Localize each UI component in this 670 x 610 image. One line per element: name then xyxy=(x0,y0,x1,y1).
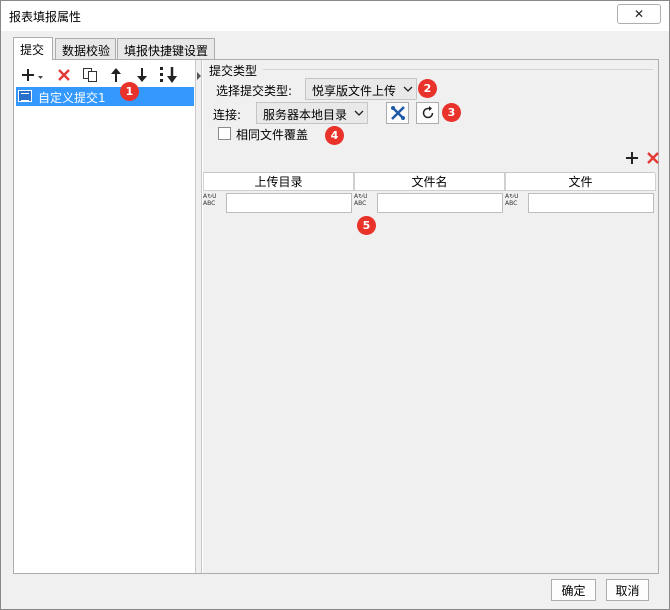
pane-splitter[interactable] xyxy=(196,60,202,573)
tab-data-validation[interactable]: 数据校验 xyxy=(55,38,116,60)
chevron-down-icon xyxy=(400,79,416,99)
connection-settings-button[interactable] xyxy=(386,102,409,124)
file-name-input[interactable] xyxy=(377,193,503,213)
move-bottom-icon[interactable] xyxy=(158,64,180,86)
connection-select[interactable]: 服务器本地目录 xyxy=(256,102,368,124)
column-header-file[interactable]: 文件 xyxy=(505,173,656,191)
submit-type-label: 选择提交类型: xyxy=(216,84,293,98)
overwrite-checkbox[interactable] xyxy=(218,127,231,140)
submit-type-value: 悦享版文件上传 xyxy=(312,84,397,98)
submit-type-select[interactable]: 悦享版文件上传 xyxy=(305,78,417,100)
submit-list-pane: 自定义提交1 1 xyxy=(14,60,196,573)
tools-icon xyxy=(390,106,405,120)
ok-button[interactable]: 确定 xyxy=(551,579,596,601)
annotation-badge-5: 5 xyxy=(357,216,376,235)
collapse-arrow-icon xyxy=(197,72,201,80)
tab-submit-label: 提交 xyxy=(20,43,45,57)
annotation-badge-4: 4 xyxy=(325,126,344,145)
submit-settings-pane: 提交类型 选择提交类型: 悦享版文件上传 2 连接: 服务器本地目录 3 相同文… xyxy=(203,60,660,573)
chevron-down-icon xyxy=(351,103,367,123)
file-input[interactable] xyxy=(528,193,654,213)
column-header-upload-dir[interactable]: 上传目录 xyxy=(203,173,354,191)
connection-label: 连接: xyxy=(213,108,242,122)
group-divider xyxy=(263,69,653,70)
connection-value: 服务器本地目录 xyxy=(263,108,348,122)
tab-shortcut-settings-label: 填报快捷键设置 xyxy=(124,44,209,58)
annotation-badge-3: 3 xyxy=(442,103,461,122)
tab-panel-submit: 自定义提交1 1 提交类型 选择提交类型: 悦享版文件上传 2 连接: 服务器本… xyxy=(13,59,659,574)
list-item[interactable]: 自定义提交1 xyxy=(16,87,194,106)
refresh-button[interactable] xyxy=(416,102,439,124)
cancel-button[interactable]: 取消 xyxy=(606,579,649,601)
column-header-file-name[interactable]: 文件名 xyxy=(354,173,505,191)
table-cell-file-name: A↻U ABC xyxy=(354,193,505,213)
tab-data-validation-label: 数据校验 xyxy=(62,44,111,58)
move-down-icon[interactable] xyxy=(132,64,152,86)
window-title: 报表填报属性 xyxy=(9,10,82,24)
upload-dir-input[interactable] xyxy=(226,193,352,213)
table-cell-file: A↻U ABC xyxy=(505,193,656,213)
table-cell-upload-dir: A↻U ABC xyxy=(203,193,354,213)
overwrite-label: 相同文件覆盖 xyxy=(236,128,309,142)
close-button[interactable]: ✕ xyxy=(617,4,661,24)
annotation-badge-1: 1 xyxy=(120,82,139,101)
copy-icon[interactable] xyxy=(80,64,100,86)
move-up-icon[interactable] xyxy=(106,64,126,86)
refresh-icon xyxy=(422,106,433,119)
title-bar: 报表填报属性 ✕ xyxy=(1,1,669,31)
add-dropdown-icon[interactable] xyxy=(20,64,46,86)
annotation-badge-2: 2 xyxy=(418,79,437,98)
tab-submit[interactable]: 提交 xyxy=(13,37,53,60)
dialog-window: 报表填报属性 ✕ 提交 数据校验 填报快捷键设置 自定义提交1 1 提交类型 选… xyxy=(0,0,670,610)
delete-icon[interactable] xyxy=(54,64,74,86)
delete-row-icon[interactable] xyxy=(646,147,660,169)
add-row-icon[interactable] xyxy=(622,147,642,169)
formula-type-icon[interactable]: A↻U ABC xyxy=(505,193,527,213)
upload-table: 上传目录 文件名 文件 A↻U ABC A↻U ABC A↻U ABC 5 xyxy=(203,172,656,573)
formula-type-icon[interactable]: A↻U ABC xyxy=(203,193,225,213)
tab-shortcut-settings[interactable]: 填报快捷键设置 xyxy=(117,38,215,60)
formula-type-icon[interactable]: A↻U ABC xyxy=(354,193,376,213)
group-title: 提交类型 xyxy=(209,64,258,78)
list-item-label: 自定义提交1 xyxy=(38,91,106,105)
submit-item-icon xyxy=(18,90,32,102)
close-icon: ✕ xyxy=(633,7,645,21)
